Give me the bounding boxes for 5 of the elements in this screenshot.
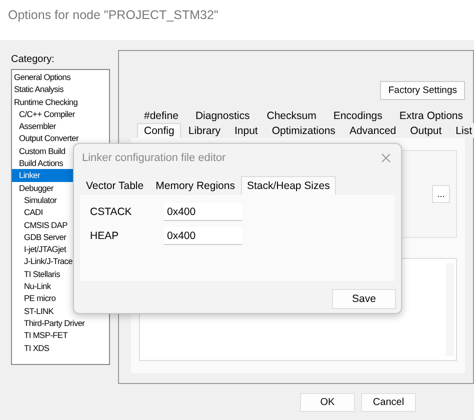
window-title: Options for node "PROJECT_STM32" [8,8,218,22]
dialog-title: Linker configuration file editor [82,152,226,164]
field-label: CSTACK [90,206,133,218]
field-label: HEAP [90,230,120,242]
category-label: Category: [11,54,56,65]
